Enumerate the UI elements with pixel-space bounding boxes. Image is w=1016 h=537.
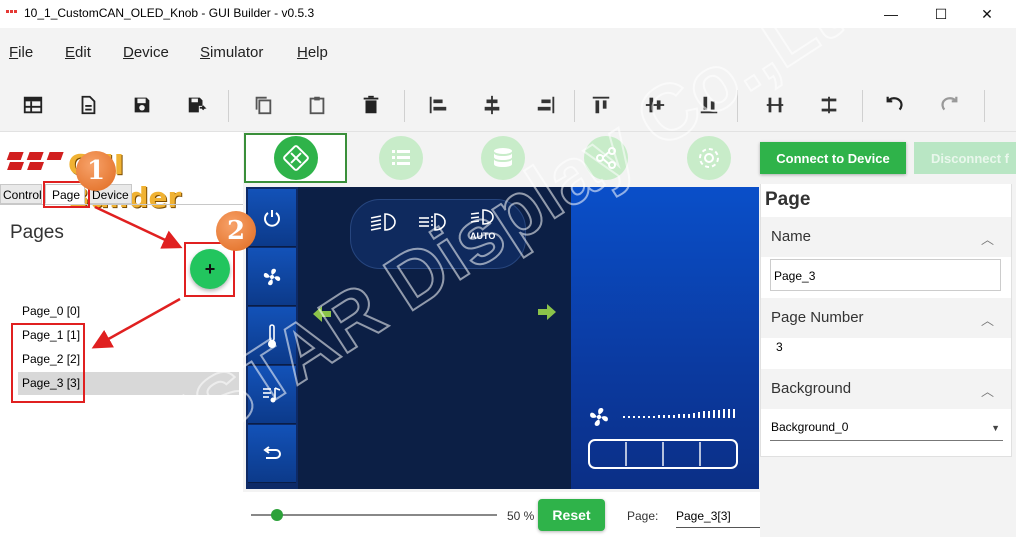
database-icon [480,136,525,180]
page-number-value: 3 [776,340,783,354]
align-center-icon[interactable] [477,90,507,120]
new-layout-icon[interactable] [18,90,48,120]
tab-widgets[interactable] [244,133,347,183]
auto-label: AUTO [470,231,496,241]
fan-level-bar [588,439,738,469]
fan-speed-indicator [623,409,735,418]
distribute-vertical-icon[interactable] [814,90,844,120]
step-badge-2: 2 [216,211,256,251]
undo-icon[interactable] [880,90,910,120]
save-icon[interactable] [127,90,157,120]
menu-help[interactable]: Help [297,44,328,61]
menu-simulator[interactable]: Simulator [200,44,263,61]
redo-icon[interactable] [934,90,964,120]
menu-device[interactable]: Device [123,44,169,61]
center-tabs [243,132,760,184]
menu-file[interactable]: File [9,44,33,61]
background-select[interactable]: Background_0 ▼ [770,415,1003,441]
title-bar: 10_1_CustomCAN_OLED_Knob - GUI Builder -… [0,0,1016,28]
menu-bar: File Edit Device Simulator Help [0,28,1016,78]
step-badge-1: 1 [76,151,116,191]
toolbar-separator [737,90,738,122]
thermometer-icon[interactable] [248,307,296,365]
distribute-horizontal-icon[interactable] [760,90,790,120]
align-left-icon[interactable] [423,90,453,120]
toolbar-separator [574,90,575,122]
window-title: 10_1_CustomCAN_OLED_Knob - GUI Builder -… [24,6,315,20]
callout-box-new-pages [11,323,85,403]
new-file-icon[interactable] [73,90,103,120]
power-icon[interactable] [248,189,296,247]
list-icon [378,136,423,180]
arrow-right-icon[interactable] [537,303,557,321]
save-as-icon[interactable] [182,90,212,120]
delete-icon[interactable] [356,90,386,120]
chevron-up-icon[interactable]: ︿ [981,229,994,248]
background-value: Background_0 [771,420,849,434]
low-beam-icon[interactable] [367,210,401,234]
page-number-section[interactable]: Page Number ︿ [761,298,1011,338]
tab-database[interactable] [451,133,554,183]
fan-speed-icon [590,408,608,426]
pages-title: Pages [10,222,64,243]
music-icon[interactable] [248,366,296,424]
back-icon[interactable] [248,425,296,483]
menu-edit[interactable]: Edit [65,44,91,61]
fan-icon[interactable] [248,248,296,306]
align-right-icon[interactable] [531,90,561,120]
arrow-left-icon[interactable] [312,305,332,323]
page-list-item[interactable]: Page_0 [0] [18,300,239,323]
zoom-slider-thumb[interactable] [271,509,283,521]
tab-divider [0,204,243,205]
toolbar-separator [228,90,229,122]
disconnect-button[interactable]: Disconnect f [914,142,1016,174]
properties-panel: Page Name ︿ Page_3 Page Number ︿ 3 Backg… [760,184,1012,457]
background-section[interactable]: Background ︿ [761,369,1011,409]
page-selector[interactable]: Page_3[3] [676,509,760,528]
settings-icon [686,136,731,180]
page-label: Page: [627,509,659,523]
align-top-icon[interactable] [586,90,616,120]
tab-control[interactable]: Control [0,184,42,204]
chevron-up-icon[interactable]: ︿ [981,381,994,400]
tab-list[interactable] [349,133,452,183]
properties-title: Page [765,189,811,210]
preview-fan-panel [571,187,759,489]
align-bottom-icon[interactable] [694,90,724,120]
gui-builder-logo: GUI Builder [4,140,240,214]
widgets-icon [273,136,318,180]
align-middle-icon[interactable] [640,90,670,120]
toolbar-separator [862,90,863,122]
chevron-up-icon[interactable]: ︿ [981,310,994,329]
callout-box-add-button [184,242,235,297]
copy-icon[interactable] [248,90,278,120]
zoom-label: 50 % [507,509,535,523]
toolbar-separator [984,90,985,122]
device-preview[interactable]: AUTO [246,187,759,489]
tab-settings[interactable] [657,133,760,183]
bottom-bar: 50 % Reset Page: Page_3[3] [243,492,760,537]
tab-share[interactable] [554,133,657,183]
maximize-button[interactable]: ☐ [918,0,964,28]
name-label: Name [771,228,812,245]
toolbar [0,78,1016,132]
dropdown-arrow-icon: ▼ [991,423,1000,433]
minimize-button[interactable]: — [868,0,914,28]
toolbar-separator [404,90,405,122]
name-input[interactable]: Page_3 [770,259,1001,291]
left-tabs: Control Page Device [0,184,243,204]
page-number-label: Page Number [771,309,864,326]
zoom-slider[interactable] [251,514,497,516]
reset-button[interactable]: Reset [538,499,605,531]
connect-button[interactable]: Connect to Device [760,142,906,174]
close-button[interactable]: ✕ [964,0,1010,28]
app-icon [6,10,17,13]
name-section[interactable]: Name ︿ [761,217,1011,257]
headlight-group: AUTO [350,199,526,269]
share-icon [583,136,628,180]
paste-icon[interactable] [302,90,332,120]
background-label: Background [771,380,852,397]
auto-light-icon[interactable] [467,208,501,228]
fog-light-icon[interactable] [415,210,453,234]
